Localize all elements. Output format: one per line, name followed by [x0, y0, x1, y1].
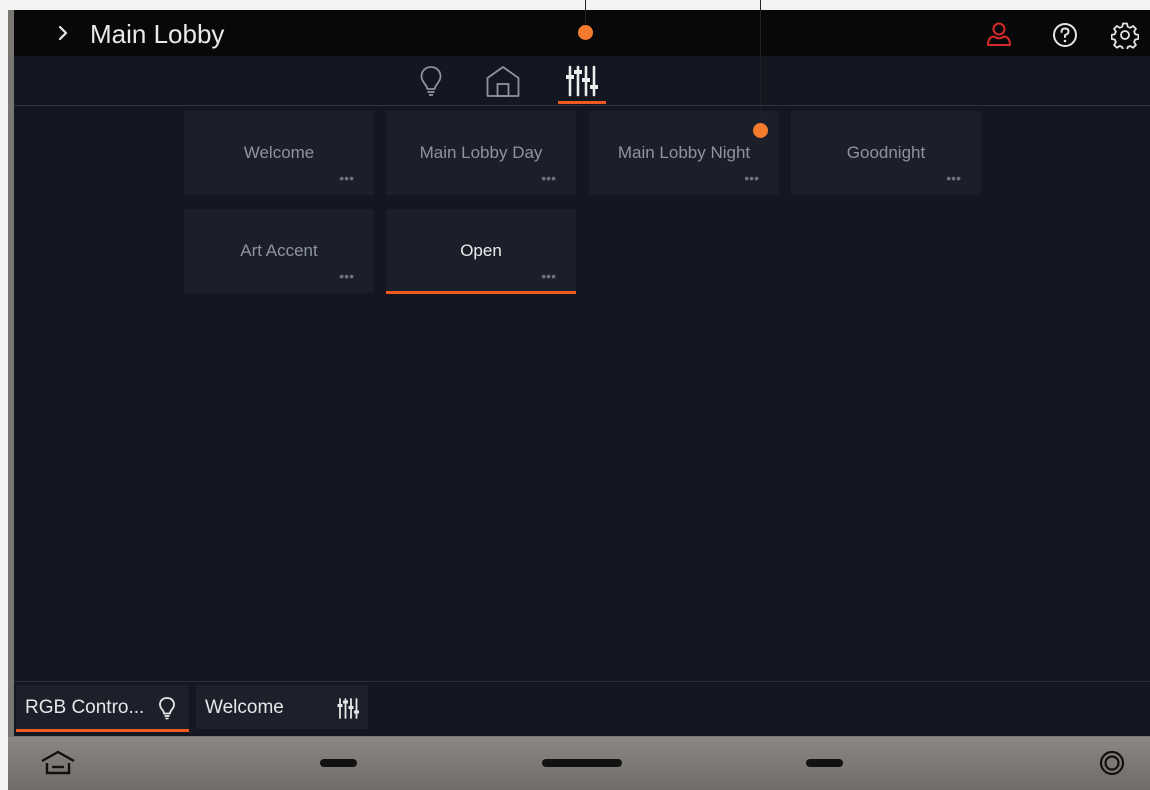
device-nav-bar: [8, 737, 1150, 790]
callout-line: [585, 0, 586, 24]
scene-tile-open[interactable]: Open •••: [386, 209, 576, 294]
recent-controls-bar: RGB Contro... Welcome: [14, 681, 1150, 736]
more-options-icon[interactable]: •••: [339, 171, 354, 185]
scene-tile-welcome[interactable]: Welcome •••: [184, 111, 374, 195]
user-icon[interactable]: [985, 20, 1013, 48]
scene-tile-goodnight[interactable]: Goodnight •••: [791, 111, 981, 195]
more-options-icon[interactable]: •••: [339, 269, 354, 283]
tab-scenes[interactable]: [556, 56, 608, 105]
tab-lights[interactable]: [405, 56, 457, 105]
scene-tile-main-lobby-night[interactable]: Main Lobby Night •••: [589, 111, 779, 195]
scene-label: Open: [460, 241, 502, 260]
nav-button-left[interactable]: [320, 759, 357, 767]
more-options-icon[interactable]: •••: [946, 171, 961, 185]
more-options-icon[interactable]: •••: [744, 171, 759, 185]
recent-item-label: RGB Contro...: [25, 697, 145, 718]
more-options-icon[interactable]: •••: [541, 269, 556, 283]
lightbulb-icon: [420, 66, 442, 96]
recent-item-label: Welcome: [205, 697, 284, 718]
sliders-icon: [566, 65, 598, 97]
callout-line: [760, 0, 761, 115]
gear-icon[interactable]: [1111, 21, 1139, 49]
help-circle-icon[interactable]: [1052, 22, 1078, 48]
app-screen: Main Lobby Welcome ••• Main Lobby Day ••…: [14, 10, 1150, 736]
sliders-icon: [337, 698, 359, 719]
house-icon: [486, 66, 520, 97]
room-title: Main Lobby: [90, 19, 225, 49]
more-options-icon[interactable]: •••: [541, 171, 556, 185]
tab-rooms[interactable]: [477, 56, 529, 105]
circle-button-icon[interactable]: [1098, 749, 1126, 777]
scene-tile-main-lobby-day[interactable]: Main Lobby Day •••: [386, 111, 576, 195]
recent-item-rgb-control[interactable]: RGB Contro...: [16, 685, 189, 732]
callout-marker: [578, 25, 593, 40]
chevron-right-icon[interactable]: [50, 20, 76, 46]
device-frame: Main Lobby Welcome ••• Main Lobby Day ••…: [8, 10, 1150, 790]
scene-tile-art-accent[interactable]: Art Accent •••: [184, 209, 374, 293]
scene-label: Main Lobby Day: [419, 143, 543, 162]
recent-item-welcome[interactable]: Welcome: [196, 685, 368, 729]
nav-button-right[interactable]: [806, 759, 843, 767]
lightbulb-icon: [159, 697, 175, 720]
scene-label: Goodnight: [846, 143, 926, 162]
tab-bar: [14, 56, 1150, 106]
scene-label: Main Lobby Night: [617, 143, 751, 162]
home-icon[interactable]: [38, 749, 78, 777]
scene-label: Art Accent: [240, 241, 318, 260]
callout-marker: [753, 123, 768, 138]
nav-button-center[interactable]: [542, 759, 622, 767]
scene-label: Welcome: [243, 143, 315, 162]
